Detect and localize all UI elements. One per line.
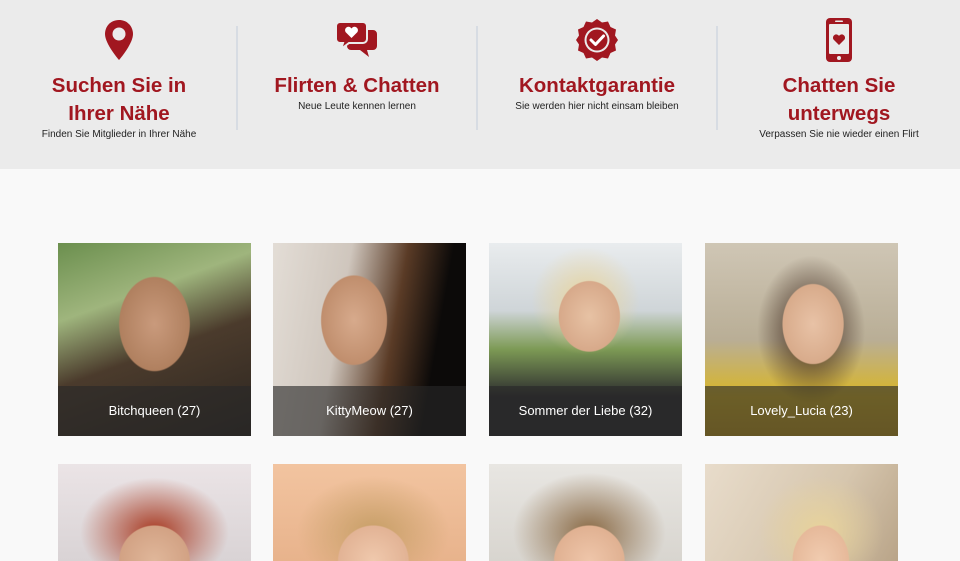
profile-photo (273, 464, 466, 561)
profile-card[interactable] (489, 464, 682, 561)
feature-title: Flirten & Chatten (274, 74, 440, 97)
feature-title: Suchen Sie in Ihrer Nähe (51, 74, 187, 125)
divider (716, 26, 718, 130)
profile-card[interactable]: Bitchqueen (27) (58, 243, 251, 436)
feature-nearby[interactable]: Suchen Sie in Ihrer Nähe Finden Sie Mitg… (0, 0, 238, 169)
feature-contact-guarantee[interactable]: Kontaktgarantie Sie werden hier nicht ei… (478, 0, 716, 169)
profile-card[interactable] (273, 464, 466, 561)
profile-caption: KittyMeow (27) (273, 386, 466, 436)
feature-subtitle: Verpassen Sie nie wieder einen Flirt (759, 129, 919, 140)
profile-photo (705, 464, 898, 561)
profile-card[interactable] (705, 464, 898, 561)
profile-card[interactable]: Sommer der Liebe (32) (489, 243, 682, 436)
profile-caption: Lovely_Lucia (23) (705, 386, 898, 436)
profile-card[interactable]: KittyMeow (27) (273, 243, 466, 436)
feature-flirt-chat[interactable]: Flirten & Chatten Neue Leute kennen lern… (238, 0, 476, 169)
profile-photo (58, 464, 251, 561)
map-pin-icon (105, 20, 133, 60)
profile-photo (489, 464, 682, 561)
profile-caption: Sommer der Liebe (32) (489, 386, 682, 436)
chat-heart-icon (335, 21, 377, 57)
profile-caption: Bitchqueen (27) (58, 386, 251, 436)
feature-subtitle: Sie werden hier nicht einsam bleiben (515, 101, 679, 112)
guarantee-badge-icon (576, 19, 618, 61)
feature-subtitle: Neue Leute kennen lernen (298, 101, 416, 112)
profile-card[interactable] (58, 464, 251, 561)
features-band: Suchen Sie in Ihrer Nähe Finden Sie Mitg… (0, 0, 960, 169)
feature-mobile[interactable]: Chatten Sie unterwegs Verpassen Sie nie … (720, 0, 958, 169)
feature-title: Kontaktgarantie (518, 74, 676, 97)
feature-subtitle: Finden Sie Mitglieder in Ihrer Nähe (41, 129, 197, 140)
phone-heart-icon (826, 18, 852, 62)
profile-card[interactable]: Lovely_Lucia (23) (705, 243, 898, 436)
feature-title: Chatten Sie unterwegs (782, 74, 896, 125)
